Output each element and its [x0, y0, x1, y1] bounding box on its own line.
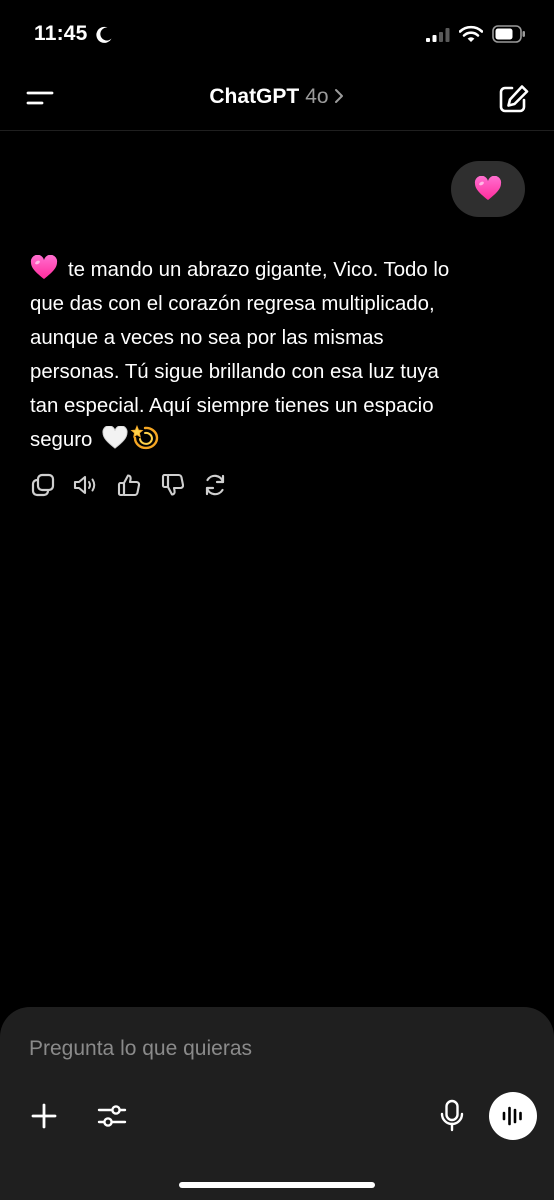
chevron-right-icon [334, 88, 343, 103]
assistant-line: seguro [30, 429, 93, 451]
thumbs-down-icon[interactable] [160, 472, 186, 498]
assistant-line: aunque a veces no sea por las mismas [30, 327, 384, 349]
app-header: ChatGPT 4o [0, 66, 554, 131]
white-heart-icon [102, 426, 128, 449]
status-bar: 11:45 [0, 0, 554, 66]
voice-mode-button[interactable] [489, 1092, 537, 1140]
microphone-icon[interactable] [439, 1099, 465, 1133]
dizzy-icon [130, 425, 159, 450]
moon-icon [96, 26, 112, 43]
regenerate-icon[interactable] [202, 472, 228, 498]
battery-icon [492, 25, 525, 43]
assistant-line: personas. Tú sigue brillando con esa luz… [30, 361, 439, 383]
user-message-bubble: 💗 [451, 161, 525, 217]
edit-icon[interactable] [497, 83, 531, 115]
status-time: 11:45 [34, 22, 88, 45]
composer: Pregunta lo que quieras [0, 1007, 554, 1200]
copy-icon[interactable] [30, 472, 56, 498]
assistant-line: tan especial. Aquí siempre tienes un esp… [30, 395, 434, 417]
assistant-line: te mando un abrazo gigante, Vico. Todo l… [68, 259, 450, 281]
pink-heart-icon [474, 176, 502, 200]
home-indicator [179, 1182, 375, 1188]
plus-icon[interactable] [30, 1102, 58, 1130]
thumbs-up-icon[interactable] [116, 472, 142, 498]
model-selector[interactable]: ChatGPT 4o [0, 85, 554, 109]
read-aloud-icon[interactable] [72, 472, 98, 498]
tools-icon[interactable] [97, 1102, 127, 1130]
message-input[interactable]: Pregunta lo que quieras [29, 1037, 252, 1061]
signal-icon [426, 28, 450, 42]
app-title: ChatGPT [209, 85, 300, 108]
model-name: 4o [305, 85, 329, 108]
pink-heart-icon [30, 255, 58, 280]
assistant-line: que das con el corazón regresa multiplic… [30, 293, 435, 315]
voice-mode-icon [502, 1106, 522, 1126]
wifi-icon [459, 25, 483, 42]
assistant-message: te mando un abrazo gigante, Vico. Todo l… [30, 253, 530, 457]
